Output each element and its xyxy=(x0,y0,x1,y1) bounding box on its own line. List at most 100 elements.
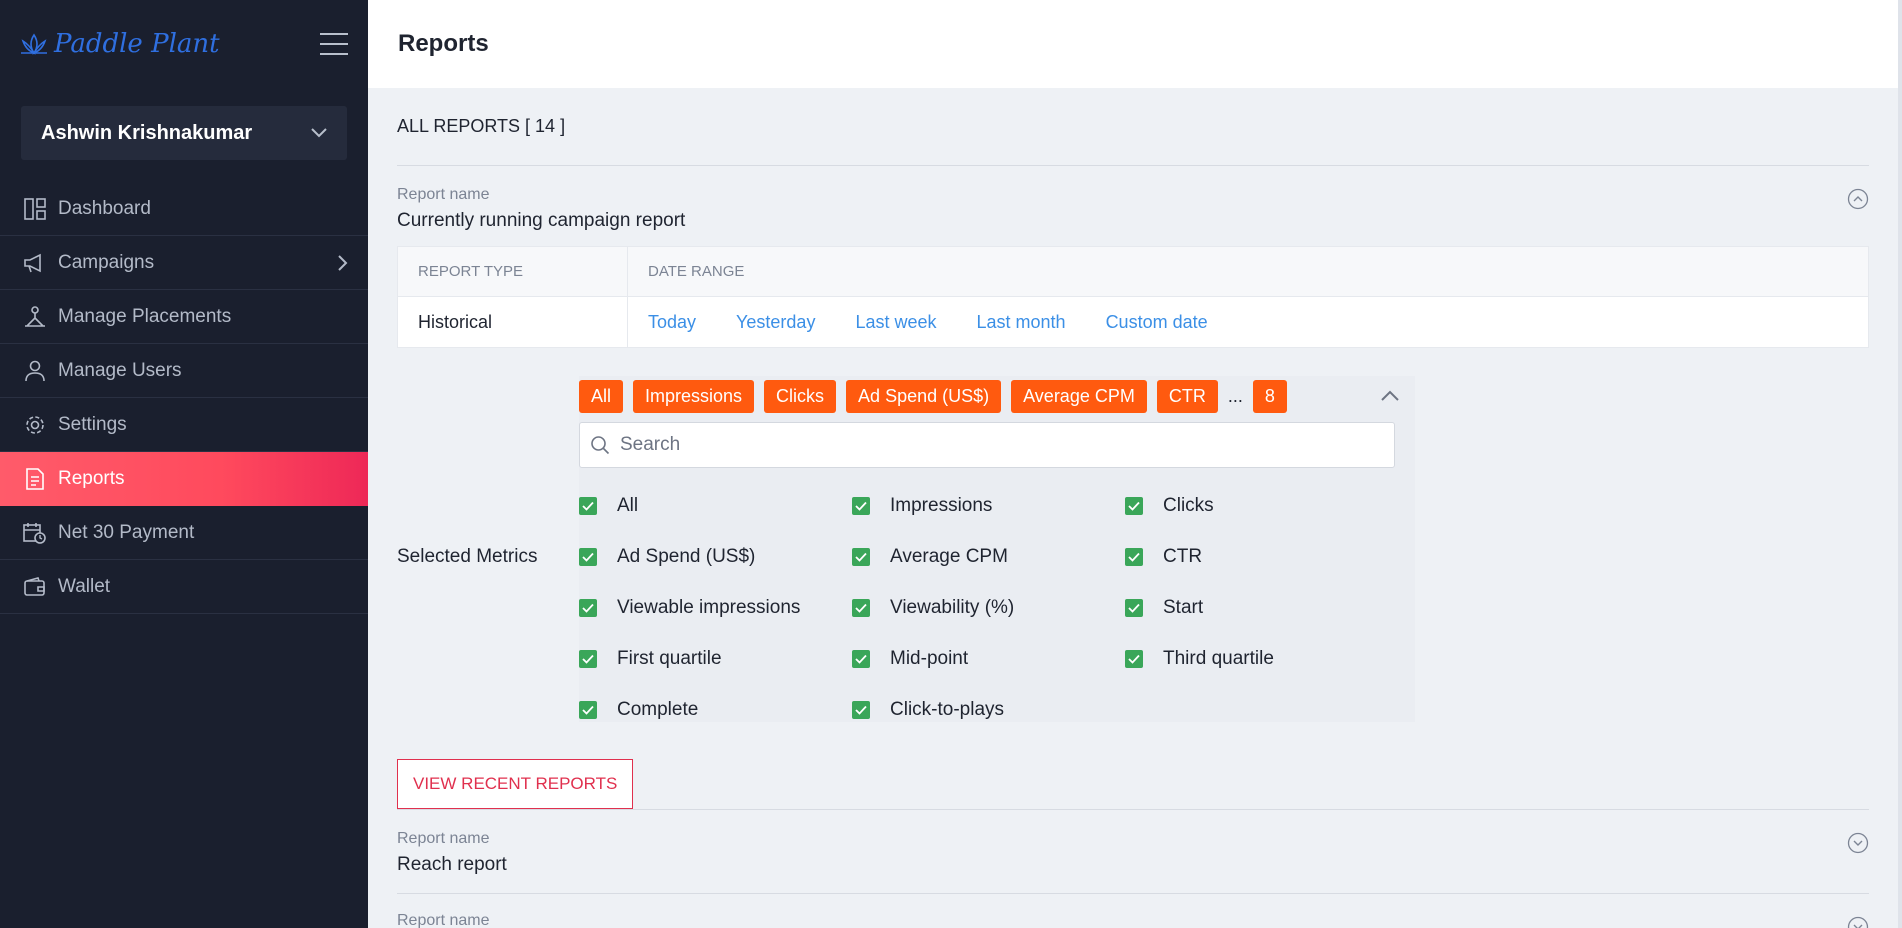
metric-options-list: All Impressions Clicks Ad Spend (US$) Av… xyxy=(579,480,1395,735)
all-reports-count: ALL REPORTS [ 14 ] xyxy=(397,88,1869,166)
metric-option[interactable]: Mid-point xyxy=(852,633,1125,684)
metric-option[interactable]: Viewable impressions xyxy=(579,582,852,633)
reports-content: ALL REPORTS [ 14 ] Report name Currently… xyxy=(397,88,1869,748)
sidebar-item-manage-placements[interactable]: Manage Placements xyxy=(0,290,368,344)
selected-chips: All Impressions Clicks Ad Spend (US$) Av… xyxy=(579,376,1287,416)
page-header: Reports xyxy=(368,0,1902,88)
report-name-label: Report name xyxy=(397,830,490,847)
chevron-down-icon xyxy=(311,128,327,138)
report-name-label: Report name xyxy=(397,912,490,928)
user-name: Ashwin Krishnakumar xyxy=(41,121,253,144)
metric-option[interactable]: CTR xyxy=(1125,531,1395,582)
metric-option-label: Viewable impressions xyxy=(617,596,801,618)
report-type-value: Historical xyxy=(418,311,493,332)
report-config-table: REPORT TYPE DATE RANGE Historical Today … xyxy=(397,246,1869,348)
view-recent-reports-button[interactable]: VIEW RECENT REPORTS xyxy=(397,759,634,809)
placement-icon xyxy=(22,304,48,330)
report-name: Reach report xyxy=(397,854,507,875)
metric-option-label: First quartile xyxy=(617,647,722,669)
metric-chip[interactable]: All xyxy=(579,379,624,413)
sidebar-item-wallet[interactable]: Wallet xyxy=(0,560,368,614)
sidebar-item-label: Net 30 Payment xyxy=(58,521,195,543)
checkbox-checked-icon[interactable] xyxy=(852,598,870,617)
metric-option-label: Click-to-plays xyxy=(890,698,1005,720)
checkbox-checked-icon[interactable] xyxy=(1125,496,1143,515)
sidebar-item-label: Manage Placements xyxy=(58,305,232,327)
dashboard-icon xyxy=(22,196,48,222)
metrics-dropdown-panel: All Impressions Clicks Ad Spend (US$) Av… xyxy=(579,376,1415,722)
wallet-icon xyxy=(22,574,48,600)
logo[interactable]: Paddle Plant xyxy=(20,29,220,59)
checkbox-checked-icon[interactable] xyxy=(579,496,597,515)
report-name-label: Report name xyxy=(397,186,490,203)
metric-chip[interactable]: Average CPM xyxy=(1011,379,1147,413)
metric-option[interactable]: Start xyxy=(1125,582,1395,633)
date-option-last-month[interactable]: Last month xyxy=(977,312,1066,333)
metric-chip[interactable]: Ad Spend (US$) xyxy=(846,379,1002,413)
sidebar-item-label: Reports xyxy=(58,468,125,489)
checkbox-checked-icon[interactable] xyxy=(579,547,597,566)
sidebar-item-net-30-payment[interactable]: Net 30 Payment xyxy=(0,506,368,560)
checkbox-checked-icon[interactable] xyxy=(852,700,870,719)
sidebar-item-dashboard[interactable]: Dashboard xyxy=(0,182,368,236)
chevron-up-circle-icon[interactable] xyxy=(1847,188,1869,210)
report-header[interactable]: Report name Reach report xyxy=(397,809,1869,893)
checkbox-checked-icon[interactable] xyxy=(579,598,597,617)
date-option-last-week[interactable]: Last week xyxy=(855,312,936,333)
metric-option[interactable]: Viewability (%) xyxy=(852,582,1125,633)
chevron-down-circle-icon[interactable] xyxy=(1847,832,1869,854)
metric-chip[interactable]: Impressions xyxy=(633,379,755,413)
user-selector[interactable]: Ashwin Krishnakumar xyxy=(21,106,347,160)
report-name: Currently running campaign report xyxy=(397,210,686,231)
metric-option[interactable]: Clicks xyxy=(1125,480,1395,531)
metric-option[interactable]: All xyxy=(579,480,852,531)
sidebar-item-settings[interactable]: Settings xyxy=(0,398,368,452)
report-header[interactable]: Report name xyxy=(397,893,1869,928)
checkbox-checked-icon[interactable] xyxy=(579,649,597,668)
logo-row: Paddle Plant xyxy=(0,0,368,88)
date-option-custom-date[interactable]: Custom date xyxy=(1106,312,1208,333)
report-header[interactable]: Report name Currently running campaign r… xyxy=(397,166,1869,246)
checkbox-checked-icon[interactable] xyxy=(579,700,597,719)
metric-option[interactable]: Ad Spend (US$) xyxy=(579,531,852,582)
sidebar-item-campaigns[interactable]: Campaigns xyxy=(0,236,368,290)
sidebar-item-manage-users[interactable]: Manage Users xyxy=(0,344,368,398)
sidebar-item-reports[interactable]: Reports xyxy=(0,452,368,506)
checkbox-checked-icon[interactable] xyxy=(852,496,870,515)
checkbox-checked-icon[interactable] xyxy=(852,547,870,566)
date-option-yesterday[interactable]: Yesterday xyxy=(736,312,815,333)
scrollbar[interactable] xyxy=(1898,0,1902,928)
metric-option-label: Complete xyxy=(617,698,699,720)
sidebar-item-label: Manage Users xyxy=(58,359,182,381)
metric-option[interactable]: First quartile xyxy=(579,633,852,684)
metric-option[interactable]: Complete xyxy=(579,684,852,735)
calendar-clock-icon xyxy=(22,520,48,546)
menu-toggle-icon[interactable] xyxy=(320,33,348,55)
metric-option-label: Third quartile xyxy=(1163,647,1274,669)
checkbox-checked-icon[interactable] xyxy=(1125,547,1143,566)
chevron-up-icon[interactable] xyxy=(1379,386,1401,404)
chevron-down-circle-icon[interactable] xyxy=(1847,916,1869,928)
metrics-search-input[interactable] xyxy=(620,434,1380,456)
metric-option-label: Clicks xyxy=(1163,494,1214,516)
date-option-today[interactable]: Today xyxy=(648,312,696,333)
metric-option[interactable]: Click-to-plays xyxy=(852,684,1125,735)
table-row: Historical Today Yesterday Last week Las… xyxy=(398,297,1868,347)
checkbox-checked-icon[interactable] xyxy=(1125,649,1143,668)
logo-text: Paddle Plant xyxy=(54,29,220,59)
metric-option[interactable]: Impressions xyxy=(852,480,1125,531)
metrics-search-field[interactable] xyxy=(579,422,1395,468)
checkbox-checked-icon[interactable] xyxy=(1125,598,1143,617)
checkbox-checked-icon[interactable] xyxy=(852,649,870,668)
page-title: Reports xyxy=(398,30,489,57)
metric-option[interactable]: Third quartile xyxy=(1125,633,1395,684)
sidebar: Paddle Plant Ashwin Krishnakumar Dashboa… xyxy=(0,0,368,928)
metric-chip[interactable]: CTR xyxy=(1156,379,1218,413)
more-count-badge[interactable]: 8 xyxy=(1252,379,1287,413)
date-range-header: DATE RANGE xyxy=(648,263,745,280)
metric-option-label: Mid-point xyxy=(890,647,969,669)
chips-ellipsis: ... xyxy=(1227,385,1243,406)
metric-chip[interactable]: Clicks xyxy=(764,379,837,413)
metric-option[interactable]: Average CPM xyxy=(852,531,1125,582)
sidebar-nav: Dashboard Campaigns Manage Placements Ma… xyxy=(0,182,368,614)
